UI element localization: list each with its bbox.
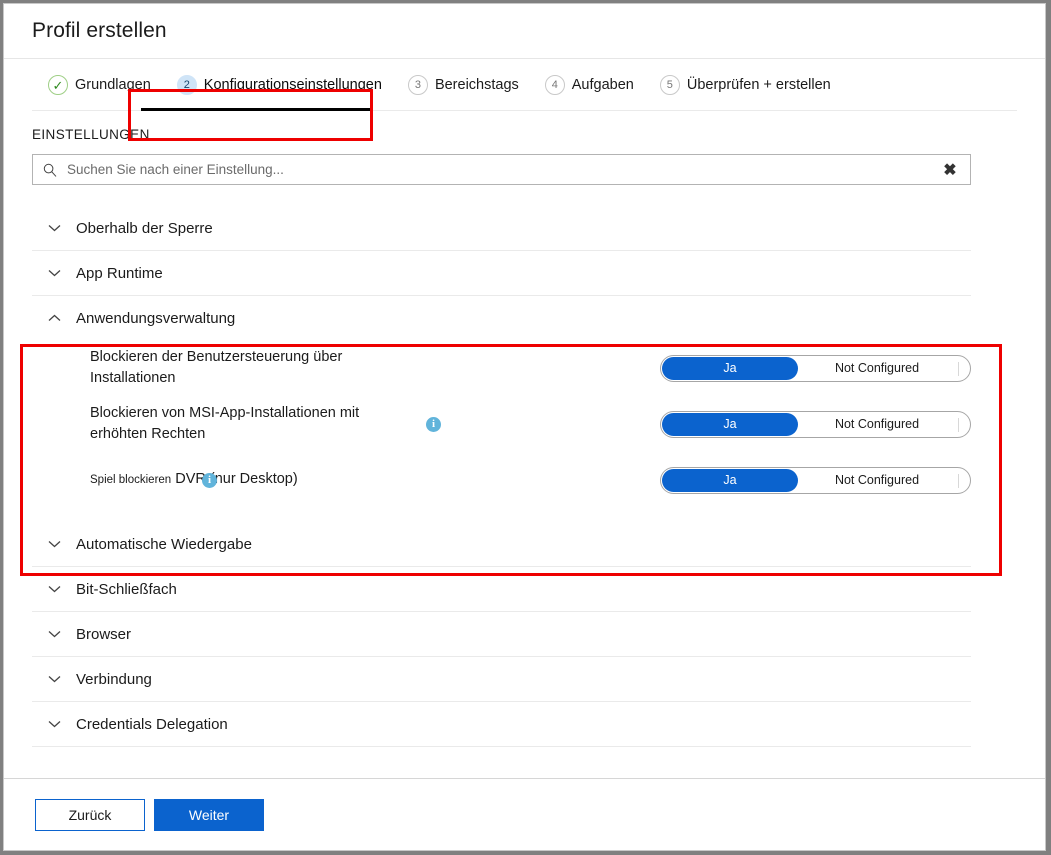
accordion-header-app-runtime[interactable]: App Runtime (32, 251, 971, 296)
setting-row: Blockieren der Benutzersteuerung über In… (32, 340, 971, 396)
step-number-badge: 2 (177, 75, 197, 95)
settings-scroll-area[interactable]: EINSTELLUNGEN Suchen Sie nach einer Eins… (4, 111, 1045, 829)
search-icon (33, 163, 67, 177)
setting-info-slot: i (202, 473, 322, 488)
chevron-down-icon (32, 585, 76, 593)
toggle-divider (958, 474, 959, 488)
close-icon[interactable]: ✖ (930, 160, 970, 180)
toggle-divider (958, 362, 959, 376)
wizard-step-label: Bereichstags (435, 77, 519, 93)
chevron-down-icon (32, 224, 76, 232)
toggle-off-label[interactable]: Not Configured (798, 361, 970, 375)
accordion-label: Verbindung (76, 671, 152, 688)
chevron-down-icon (32, 675, 76, 683)
info-icon[interactable]: i (426, 417, 441, 432)
accordion-label: Bit-Schließfach (76, 581, 177, 598)
accordion-header-automatische-wiedergabe[interactable]: Automatische Wiedergabe (32, 522, 971, 567)
toggle-on-label[interactable]: Ja (662, 469, 798, 492)
accordion-label: Oberhalb der Sperre (76, 220, 213, 237)
wizard-step-label: Grundlagen (75, 77, 151, 93)
wizard-steps: ✓ Grundlagen 2 Konfigurationseinstellung… (4, 59, 1045, 111)
search-input[interactable]: Suchen Sie nach einer Einstellung... ✖ (32, 154, 971, 185)
back-button[interactable]: Zurück (35, 799, 145, 831)
screenshot-root: Profil erstellen ✓ Grundlagen 2 Konfigur… (0, 0, 1051, 855)
setting-label: Blockieren der Benutzersteuerung über In… (90, 347, 420, 389)
accordion-header-verbindung[interactable]: Verbindung (32, 657, 971, 702)
next-button[interactable]: Weiter (154, 799, 264, 831)
wizard-step-label: Überprüfen + erstellen (687, 77, 831, 93)
wizard-step-konfigurationseinstellungen[interactable]: 2 Konfigurationseinstellungen (177, 75, 382, 95)
accordion-label: Credentials Delegation (76, 716, 228, 733)
chevron-down-icon (32, 269, 76, 277)
toggle-divider (958, 418, 959, 432)
toggle-off-label[interactable]: Not Configured (798, 417, 970, 431)
accordion-label: Automatische Wiedergabe (76, 536, 252, 553)
step-number-badge: 4 (545, 75, 565, 95)
setting-label: Blockieren von MSI-App-Installationen mi… (90, 403, 420, 445)
wizard-step-label: Aufgaben (572, 77, 634, 93)
info-icon[interactable]: i (202, 473, 217, 488)
chevron-down-icon (32, 630, 76, 638)
toggle-off-label[interactable]: Not Configured (798, 473, 970, 487)
chevron-up-icon (32, 314, 76, 322)
settings-body: EINSTELLUNGEN Suchen Sie nach einer Eins… (4, 111, 1045, 747)
toggle-block-user-control-over-installs[interactable]: Ja Not Configured (660, 355, 971, 382)
toggle-block-game-dvr[interactable]: Ja Not Configured (660, 467, 971, 494)
setting-label-prefix: Spiel blockieren (90, 474, 171, 486)
settings-accordion: Oberhalb der Sperre App Runtime (32, 206, 971, 747)
accordion-header-anwendungsverwaltung[interactable]: Anwendungsverwaltung (32, 296, 971, 340)
wizard-step-bereichstags[interactable]: 3 Bereichstags (408, 75, 519, 95)
accordion-header-browser[interactable]: Browser (32, 612, 971, 657)
wizard-footer: Zurück Weiter (4, 778, 1045, 850)
wizard-step-grundlagen[interactable]: ✓ Grundlagen (48, 75, 151, 95)
search-placeholder: Suchen Sie nach einer Einstellung... (67, 162, 930, 177)
setting-row: Blockieren von MSI-App-Installationen mi… (32, 396, 971, 452)
step-number-badge: 3 (408, 75, 428, 95)
toggle-on-label[interactable]: Ja (662, 357, 798, 380)
setting-info-slot: i (420, 417, 540, 432)
chevron-down-icon (32, 540, 76, 548)
wizard-step-aufgaben[interactable]: 4 Aufgaben (545, 75, 634, 95)
toggle-on-label[interactable]: Ja (662, 413, 798, 436)
setting-row: Spiel blockieren DVR (nur Desktop) i Ja … (32, 452, 971, 508)
wizard-step-label: Konfigurationseinstellungen (204, 77, 382, 93)
step-number-badge: 5 (660, 75, 680, 95)
settings-caption: EINSTELLUNGEN (32, 111, 1017, 154)
wizard-step-ueberpruefen-erstellen[interactable]: 5 Überprüfen + erstellen (660, 75, 831, 95)
accordion-header-bit-schliessfach[interactable]: Bit-Schließfach (32, 567, 971, 612)
chevron-down-icon (32, 720, 76, 728)
anwendungsverwaltung-panel: Blockieren der Benutzersteuerung über In… (32, 340, 971, 522)
toggle-block-msi-app-install-elevated[interactable]: Ja Not Configured (660, 411, 971, 438)
accordion-label: App Runtime (76, 265, 163, 282)
accordion-header-oberhalb-der-sperre[interactable]: Oberhalb der Sperre (32, 206, 971, 251)
check-icon: ✓ (48, 75, 68, 95)
create-profile-window: Profil erstellen ✓ Grundlagen 2 Konfigur… (3, 3, 1046, 851)
accordion-label: Browser (76, 626, 131, 643)
accordion-label: Anwendungsverwaltung (76, 310, 235, 327)
window-titlebar: Profil erstellen (4, 4, 1045, 59)
page-title: Profil erstellen (32, 19, 167, 43)
accordion-header-credentials-delegation[interactable]: Credentials Delegation (32, 702, 971, 747)
